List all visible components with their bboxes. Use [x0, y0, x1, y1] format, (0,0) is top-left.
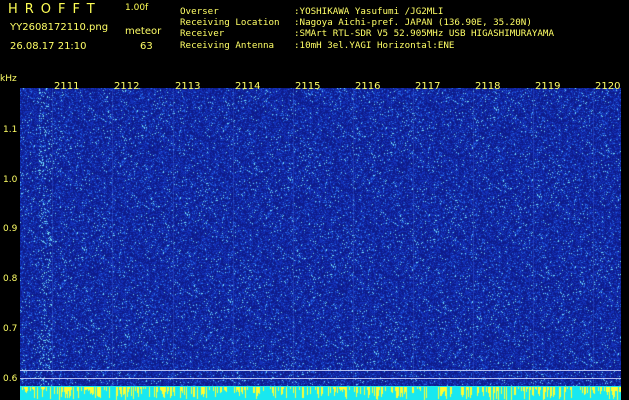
- station-info: Overser :YOSHIKAWA Yasufumi /JG2MLI Rece…: [180, 6, 554, 51]
- frequency-marker-line: [20, 378, 621, 379]
- y-tick-label: 1.1: [3, 125, 18, 135]
- minute-gridline: [473, 88, 474, 400]
- info-label: Receiving Antenna: [180, 39, 275, 51]
- y-tick-label: 0.7: [3, 324, 18, 334]
- info-value: :SMArt RTL-SDR V5 52.905MHz USB HIGASHIM…: [294, 28, 554, 40]
- x-tick-label: 2115: [295, 81, 321, 92]
- y-tick-label: 0.6: [3, 374, 18, 384]
- signal-level-marks: [20, 387, 621, 400]
- x-tick-label: 2116: [355, 81, 381, 92]
- x-tick-label: 2114: [235, 81, 261, 92]
- plot-right-margin: [621, 88, 629, 400]
- minute-gridline: [593, 88, 594, 400]
- minute-gridline: [233, 88, 234, 400]
- count-label: 63: [140, 41, 153, 52]
- filename-label: YY2608172110.png: [10, 22, 109, 33]
- minute-gridline: [413, 88, 414, 400]
- info-label: Overser: [180, 6, 219, 17]
- signal-level-bar: [20, 386, 621, 400]
- x-tick-label: 2111: [54, 81, 80, 92]
- info-row-location: Receiving Location :Nagoya Aichi-pref. J…: [180, 17, 554, 28]
- minute-gridline: [293, 88, 294, 400]
- info-label: Receiver: [180, 28, 225, 40]
- info-value: :Nagoya Aichi-pref. JAPAN (136.90E, 35.2…: [294, 17, 532, 29]
- app-name: HROFFT: [8, 2, 102, 17]
- minute-gridline: [533, 88, 534, 400]
- x-tick-label: 2117: [415, 81, 441, 92]
- minute-gridline: [173, 88, 174, 400]
- x-tick-label: 2119: [535, 81, 561, 92]
- y-axis-unit: kHz: [0, 74, 17, 84]
- x-tick-label: 2120: [595, 81, 621, 92]
- info-row-receiver: Receiver :SMArt RTL-SDR V5 52.905MHz USB…: [180, 28, 554, 39]
- minute-gridline: [112, 88, 113, 400]
- x-tick-label: 2118: [475, 81, 501, 92]
- minute-gridline: [353, 88, 354, 400]
- spectrogram-noise: [20, 88, 621, 400]
- info-row-observer: Overser :YOSHIKAWA Yasufumi /JG2MLI: [180, 6, 554, 17]
- x-tick-label: 2112: [114, 81, 140, 92]
- x-tick-label: 2113: [175, 81, 201, 92]
- y-tick-label: 1.0: [3, 175, 18, 185]
- version-label: 1.00f: [125, 3, 149, 13]
- datetime-label: 26.08.17 21:10: [10, 41, 87, 52]
- info-label: Receiving Location: [180, 17, 280, 29]
- frequency-marker-line: [20, 370, 621, 371]
- mode-label: meteor: [125, 26, 162, 37]
- spectrogram-screen: HROFFT 1.00f YY2608172110.png meteor 26.…: [0, 0, 629, 400]
- info-value: :10mH 3el.YAGI Horizontal:ENE: [294, 39, 455, 51]
- info-row-antenna: Receiving Antenna :10mH 3el.YAGI Horizon…: [180, 40, 554, 51]
- y-tick-label: 0.8: [3, 274, 18, 284]
- info-value: :YOSHIKAWA Yasufumi /JG2MLI: [294, 6, 444, 17]
- spectrogram-plot: [20, 88, 621, 400]
- minute-gridline: [52, 88, 53, 400]
- y-tick-label: 0.9: [3, 224, 18, 234]
